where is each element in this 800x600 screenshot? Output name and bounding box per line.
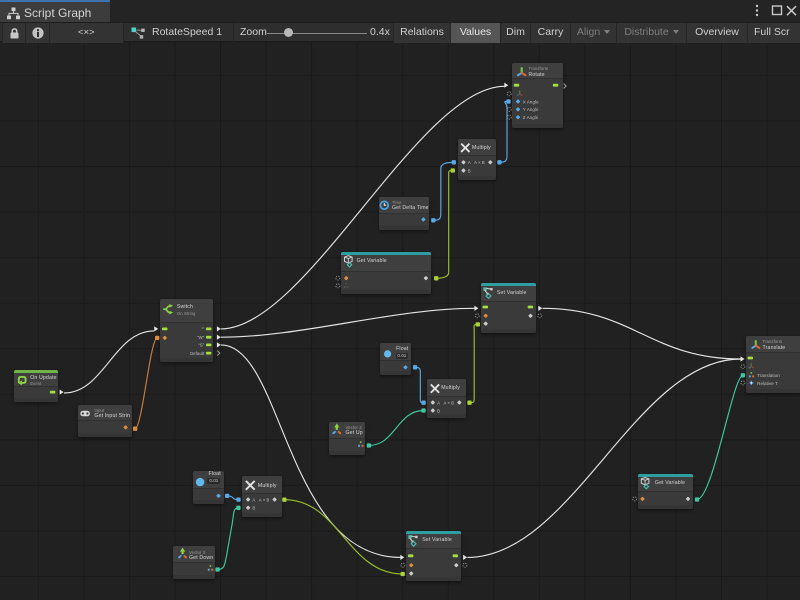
svg-text:B: B — [252, 506, 255, 511]
svg-text:“S”: “S” — [198, 343, 204, 348]
svg-text:“”: “” — [201, 327, 205, 332]
svg-text:B: B — [468, 168, 471, 173]
svg-text:X Angle: X Angle — [523, 99, 539, 104]
svg-text:A: A — [252, 497, 255, 502]
svg-text:Default: Default — [190, 351, 205, 356]
svg-text:A × B: A × B — [259, 497, 270, 502]
svg-text:A: A — [437, 400, 440, 405]
svg-text:“W”: “W” — [197, 335, 205, 340]
svg-text:A × B: A × B — [443, 400, 454, 405]
svg-text:A: A — [468, 160, 471, 165]
svg-text:Relative T: Relative T — [757, 381, 778, 386]
svg-text:Translation: Translation — [757, 373, 780, 378]
svg-text:B: B — [437, 408, 440, 413]
svg-text:Z Angle: Z Angle — [523, 115, 539, 120]
svg-text:A × B: A × B — [474, 160, 485, 165]
svg-text:Y Angle: Y Angle — [523, 107, 539, 112]
